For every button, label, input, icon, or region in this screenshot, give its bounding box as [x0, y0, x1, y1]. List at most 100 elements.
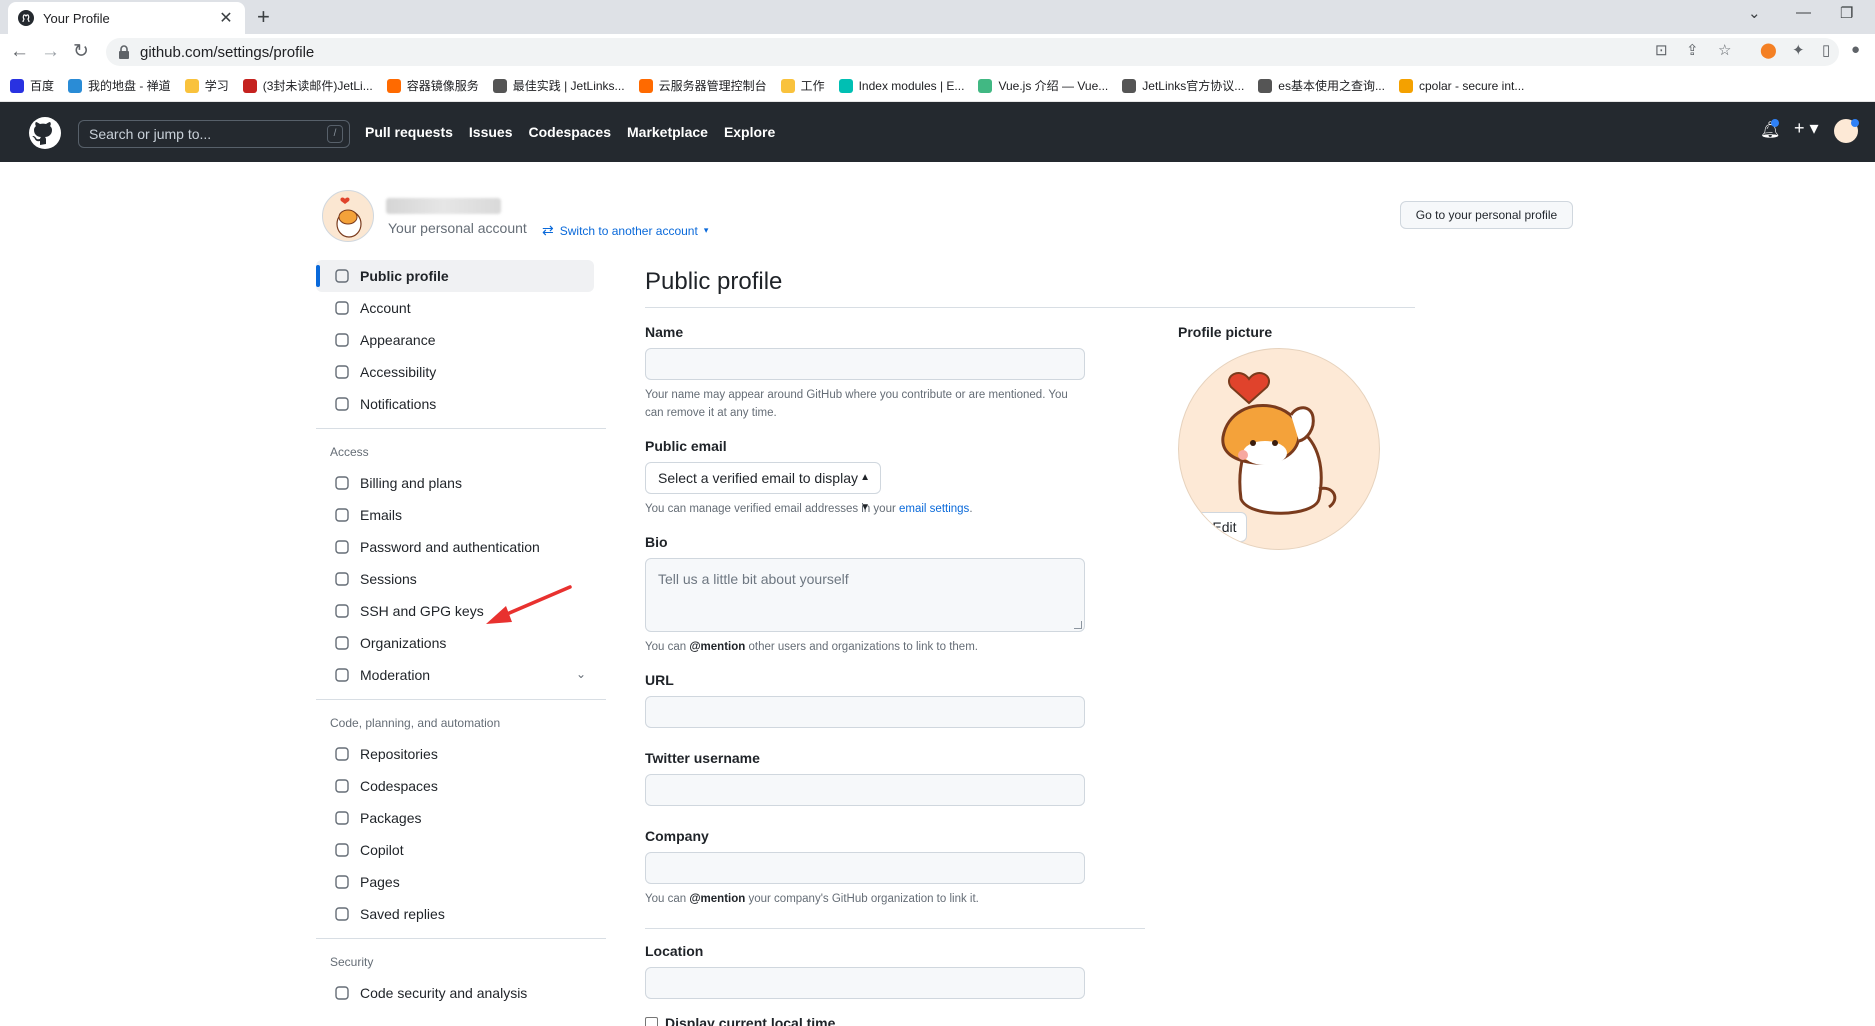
bio-textarea[interactable]: Tell us a little bit about yourself — [645, 558, 1085, 632]
sidebar-item-copilot[interactable]: Copilot — [316, 834, 594, 866]
sidebar-item-organizations[interactable]: Organizations — [316, 627, 594, 659]
package-icon — [334, 810, 350, 826]
sidebar-item-label: Password and authentication — [360, 539, 540, 555]
public-email-select[interactable]: Select a verified email to display ▲ ▼ — [645, 462, 881, 513]
sidebar-item-label: Pages — [360, 874, 400, 890]
bookmark-item[interactable]: es基本使用之查询... — [1258, 77, 1385, 94]
sidebar-item-appearance[interactable]: Appearance — [316, 324, 594, 356]
location-label: Location — [645, 943, 704, 959]
sidebar-item-label: Moderation — [360, 667, 431, 683]
sidebar-group-title: Security — [330, 955, 374, 969]
bookmark-favicon-icon — [492, 78, 507, 93]
twitter-input[interactable] — [645, 774, 1085, 806]
sidebar-item-packages[interactable]: Packages — [316, 802, 594, 834]
bookmark-item[interactable]: 我的地盘 - 禅道 — [68, 77, 171, 94]
sidebar-item-label: SSH and GPG keys — [360, 603, 484, 619]
nav-marketplace[interactable]: Marketplace — [627, 124, 708, 140]
share-icon[interactable]: ⇪ — [1686, 41, 1699, 59]
local-time-checkbox[interactable] — [645, 1016, 658, 1026]
address-bar[interactable]: github.com/settings/profile — [106, 38, 1839, 66]
gear-icon — [334, 300, 350, 316]
bookmark-item[interactable]: Vue.js 介绍 — Vue... — [978, 77, 1108, 94]
person-icon — [334, 268, 350, 284]
bookmark-star-icon[interactable]: ☆ — [1718, 41, 1731, 59]
sidebar-item-notifications[interactable]: Notifications — [316, 388, 594, 420]
sidebar-item-pages[interactable]: Pages — [316, 866, 594, 898]
sidebar-item-accessibility[interactable]: Accessibility — [316, 356, 594, 388]
minimize-icon[interactable]: — — [1796, 4, 1811, 21]
search-shortcut-key: / — [327, 125, 343, 143]
bookmark-item[interactable]: 容器镜像服务 — [386, 77, 479, 94]
location-input[interactable] — [645, 967, 1085, 999]
translate-icon[interactable]: ⊡ — [1655, 41, 1668, 59]
browser-toolbar: ← → ↻ github.com/settings/profile — [0, 34, 1875, 70]
github-favicon-icon — [18, 10, 34, 26]
sidebar-item-label: Repositories — [360, 746, 438, 762]
sidebar-item-label: Account — [360, 300, 411, 316]
nav-issues[interactable]: Issues — [469, 124, 513, 140]
sidebar-item-saved-replies[interactable]: Saved replies — [316, 898, 594, 930]
bookmark-item[interactable]: 工作 — [780, 77, 825, 94]
reload-icon[interactable]: ↻ — [73, 40, 89, 64]
bookmark-item[interactable]: 最佳实践 | JetLinks... — [492, 77, 625, 94]
nav-explore[interactable]: Explore — [724, 124, 775, 140]
back-icon[interactable]: ← — [10, 40, 29, 64]
create-new-icon[interactable]: + ▾ — [1794, 118, 1819, 139]
extension-icon[interactable]: ⬤ — [1760, 41, 1777, 59]
bookmark-item[interactable]: 云服务器管理控制台 — [638, 77, 767, 94]
forward-icon[interactable]: → — [41, 40, 60, 64]
bookmark-label: 容器镜像服务 — [406, 79, 479, 93]
edit-picture-button[interactable]: ✎ Edit — [1187, 512, 1247, 542]
bio-label: Bio — [645, 534, 668, 550]
shield-icon — [334, 539, 350, 555]
bookmark-item[interactable]: Index modules | E... — [838, 78, 964, 93]
sidebar-item-repositories[interactable]: Repositories — [316, 738, 594, 770]
new-tab-icon[interactable]: + — [257, 3, 270, 31]
github-logo-icon[interactable] — [28, 116, 62, 150]
bookmarks-bar: 百度 我的地盘 - 禅道 学习 (3封未读邮件)JetLi... 容器镜像服务 最佳实践 … — [0, 70, 1875, 102]
switch-account-link[interactable]: ⇄ Switch to another account ▾ — [542, 222, 708, 239]
sidebar-item-code-security-and-analysis[interactable]: Code security and analysis — [316, 977, 594, 1009]
bookmark-item[interactable]: 学习 — [184, 77, 229, 94]
bookmark-item[interactable]: 百度 — [10, 77, 54, 94]
nav-codespaces[interactable]: Codespaces — [529, 124, 611, 140]
go-to-profile-button[interactable]: Go to your personal profile — [1400, 201, 1573, 229]
tab-close-icon[interactable]: ✕ — [217, 8, 235, 28]
url-input[interactable] — [645, 696, 1085, 728]
local-time-checkbox-row[interactable]: Display current local time — [645, 1015, 1085, 1026]
side-panel-icon[interactable]: ▯ — [1822, 41, 1830, 59]
name-input[interactable] — [645, 348, 1085, 380]
sidebar-item-billing-and-plans[interactable]: Billing and plans — [316, 467, 594, 499]
company-note: You can @mention your company's GitHub o… — [645, 890, 1085, 908]
sidebar-item-public-profile[interactable]: Public profile — [316, 260, 594, 292]
account-avatar — [322, 190, 374, 242]
sidebar-item-emails[interactable]: Emails — [316, 499, 594, 531]
bookmark-favicon-icon — [10, 78, 24, 93]
chevron-down-icon[interactable]: ⌄ — [576, 667, 586, 681]
sidebar-item-label: Emails — [360, 507, 403, 523]
sidebar-item-codespaces[interactable]: Codespaces — [316, 770, 594, 802]
search-input[interactable]: Search or jump to... / — [78, 120, 350, 148]
nav-pull-requests[interactable]: Pull requests — [365, 124, 453, 140]
profile-icon[interactable]: ● — [1851, 41, 1860, 58]
resize-grip-icon[interactable] — [1074, 621, 1082, 629]
url-label: URL — [645, 672, 674, 688]
company-input[interactable] — [645, 852, 1085, 884]
sidebar-item-account[interactable]: Account — [316, 292, 594, 324]
accessibility-icon — [334, 364, 350, 380]
bio-note-mention: @mention — [689, 641, 746, 653]
extensions-puzzle-icon[interactable]: ✦ — [1792, 41, 1805, 59]
bookmark-favicon-icon — [68, 78, 83, 93]
bookmark-label: es基本使用之查询... — [1278, 79, 1385, 93]
bookmark-item[interactable]: (3封未读邮件)JetLi... — [242, 77, 373, 94]
browser-tab[interactable]: Your Profile ✕ — [8, 2, 245, 34]
github-header: Search or jump to... / Pull requests Issu… — [0, 102, 1875, 162]
tab-search-icon[interactable]: ⌄ — [1748, 4, 1761, 22]
bookmark-item[interactable]: cpolar - secure int... — [1398, 78, 1524, 93]
bookmark-item[interactable]: JetLinks官方协议... — [1122, 77, 1244, 94]
browser-icon — [334, 874, 350, 890]
restore-icon[interactable]: ❐ — [1840, 4, 1853, 22]
email-settings-link[interactable]: email settings — [899, 503, 969, 515]
sidebar-item-password-and-authentication[interactable]: Password and authentication — [316, 531, 594, 563]
sidebar-item-moderation[interactable]: Moderation ⌄ — [316, 659, 594, 691]
